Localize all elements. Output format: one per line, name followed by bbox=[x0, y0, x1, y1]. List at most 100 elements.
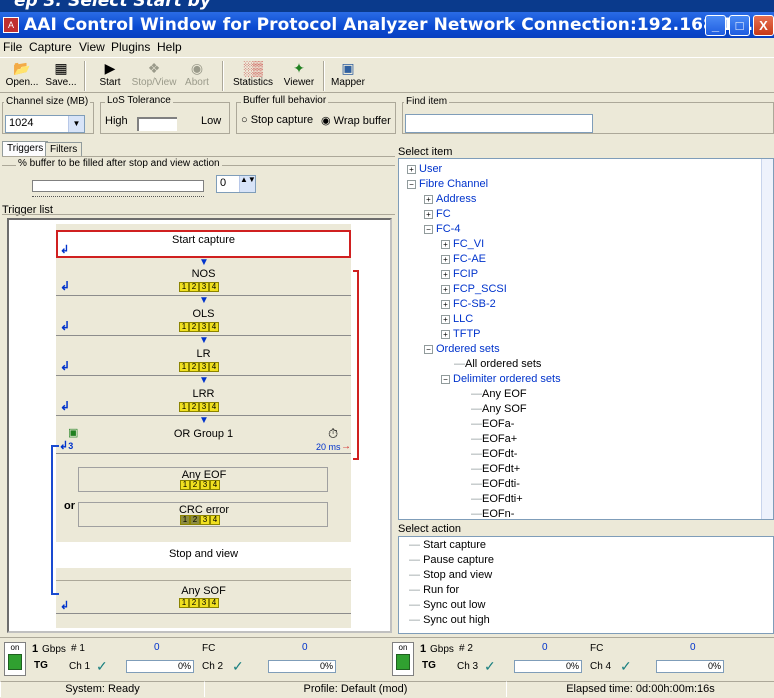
start-button[interactable]: ▶ Start bbox=[92, 59, 128, 88]
back-arrow-icon: ↲ bbox=[60, 359, 71, 373]
select-item-header: Select item bbox=[398, 146, 453, 158]
start-capture-node[interactable]: Start capture ↲ bbox=[56, 230, 351, 258]
action-item[interactable]: — Stop and view bbox=[409, 569, 492, 581]
collapse-icon[interactable]: − bbox=[407, 179, 416, 189]
play-icon: ▶ bbox=[104, 60, 116, 76]
buffer-fill-slider[interactable] bbox=[32, 180, 204, 192]
statistics-button[interactable]: ░▒ Statistics bbox=[228, 59, 278, 88]
menu-view[interactable]: View bbox=[79, 40, 105, 54]
action-item[interactable]: — Sync out low bbox=[409, 599, 485, 611]
stop-capture-radio[interactable]: ○ Stop capture bbox=[241, 114, 313, 126]
tree-connector: — bbox=[409, 539, 420, 551]
toolbar-separator bbox=[222, 61, 224, 91]
trigger-row[interactable]: LR ↲ 1 2 3 4 bbox=[56, 346, 351, 376]
viewer-button[interactable]: ✦ Viewer bbox=[279, 59, 319, 88]
save-button[interactable]: ▦ Save... bbox=[44, 59, 78, 88]
stop-and-view-node[interactable]: Stop and view bbox=[56, 542, 351, 568]
action-item[interactable]: — Pause capture bbox=[409, 554, 494, 566]
expand-icon[interactable]: + bbox=[407, 164, 416, 174]
tree-item[interactable]: —Any EOF bbox=[471, 388, 527, 400]
collapse-icon[interactable]: − bbox=[424, 224, 433, 234]
tab-triggers[interactable]: Triggers bbox=[2, 141, 49, 156]
expand-icon[interactable]: + bbox=[441, 314, 450, 324]
maximize-button[interactable]: □ bbox=[729, 15, 750, 36]
action-item[interactable]: — Sync out high bbox=[409, 614, 490, 626]
tree-item[interactable]: —EOFdt- bbox=[471, 448, 517, 460]
tree-item[interactable]: —EOFdti+ bbox=[471, 493, 523, 505]
tree-item[interactable]: + FCP_SCSI bbox=[441, 283, 507, 295]
tree-item[interactable]: —EOFdt+ bbox=[471, 463, 520, 475]
expand-icon[interactable]: + bbox=[424, 209, 433, 219]
expand-icon[interactable]: + bbox=[441, 299, 450, 309]
tree-connector: — bbox=[409, 569, 420, 581]
tree-item[interactable]: − Fibre Channel bbox=[407, 178, 488, 190]
collapse-icon[interactable]: − bbox=[441, 374, 450, 384]
action-item[interactable]: — Start capture bbox=[409, 539, 486, 551]
tree-item[interactable]: − FC-4 bbox=[424, 223, 460, 235]
elapsed-status: Elapsed time: 0d:00h:00m:16s bbox=[506, 681, 774, 697]
tree-item[interactable]: —Any SOF bbox=[471, 403, 527, 415]
menu-file[interactable]: File bbox=[3, 40, 22, 54]
tree-item[interactable]: − Ordered sets bbox=[424, 343, 500, 355]
tree-item[interactable]: + Address bbox=[424, 193, 476, 205]
menu-plugins[interactable]: Plugins bbox=[111, 40, 150, 54]
stop-view-button[interactable]: ❖ Stop/View bbox=[130, 59, 178, 88]
any-eof-node[interactable]: Any EOF 1234 bbox=[78, 467, 328, 492]
tree-item[interactable]: + FC-SB-2 bbox=[441, 298, 496, 310]
collapse-icon[interactable]: − bbox=[424, 344, 433, 354]
expand-icon[interactable]: + bbox=[441, 254, 450, 264]
tree-item[interactable]: + FC-AE bbox=[441, 253, 486, 265]
loop-connector-red bbox=[353, 270, 359, 460]
port-on-toggle[interactable]: on bbox=[4, 642, 26, 676]
tree-item[interactable]: + LLC bbox=[441, 313, 473, 325]
action-item[interactable]: — Run for bbox=[409, 584, 459, 596]
abort-button[interactable]: ◉ Abort bbox=[180, 59, 214, 88]
trigger-row[interactable]: NOS ↲ 1 2 3 4 bbox=[56, 266, 351, 296]
open-button[interactable]: 📂 Open... bbox=[5, 59, 39, 88]
tree-item[interactable]: —All ordered sets bbox=[454, 358, 541, 370]
los-tolerance-slider[interactable] bbox=[137, 117, 177, 131]
buffer-fill-spinner[interactable]: 0 ▲▼ bbox=[216, 175, 256, 193]
wrap-buffer-radio[interactable]: ◉ Wrap buffer bbox=[321, 114, 391, 127]
tree-item[interactable]: + FCIP bbox=[441, 268, 478, 280]
tree-item[interactable]: —EOFa- bbox=[471, 418, 514, 430]
trigger-row[interactable]: LRR ↲ 1 2 3 4 bbox=[56, 386, 351, 416]
minimize-button[interactable]: _ bbox=[705, 15, 726, 36]
tree-item[interactable]: + User bbox=[407, 163, 442, 175]
expand-icon[interactable]: + bbox=[441, 239, 450, 249]
or-group-node[interactable]: ▣ OR Group 1 ↲3 ⏱ 20 ms → bbox=[56, 424, 351, 454]
tree-item[interactable]: + TFTP bbox=[441, 328, 481, 340]
channel-size-select[interactable]: 1024 ▼ bbox=[5, 115, 85, 133]
spin-icon: ▲▼ bbox=[239, 176, 256, 192]
tree-scrollbar[interactable] bbox=[761, 159, 773, 519]
port-on-toggle[interactable]: on bbox=[392, 642, 414, 676]
menu-help[interactable]: Help bbox=[157, 40, 182, 54]
tree-item[interactable]: —EOFa+ bbox=[471, 433, 517, 445]
jump-connector-blue bbox=[51, 445, 59, 595]
tree-item[interactable]: —EOFdti- bbox=[471, 478, 520, 490]
crc-error-node[interactable]: CRC error 1234 bbox=[78, 502, 328, 527]
expand-icon[interactable]: + bbox=[424, 194, 433, 204]
tree-connector: — bbox=[471, 493, 482, 505]
viewer-icon: ✦ bbox=[293, 60, 305, 76]
mapper-button[interactable]: ▣ Mapper bbox=[328, 59, 368, 88]
select-item-tree: + User − Fibre Channel + Address + FC − FC-4 + FC_V… bbox=[398, 158, 774, 520]
top-caption-strip: ep 3: Select Start by bbox=[0, 0, 774, 12]
trigger-list-panel: Start capture ↲ ▼ NOS ↲ 1 2 3 4 ▼ OLS ↲ 1 2 3 4 ▼ LR ↲ 1… bbox=[7, 218, 392, 633]
tree-item[interactable]: − Delimiter ordered sets bbox=[441, 373, 561, 385]
expand-icon[interactable]: + bbox=[441, 269, 450, 279]
expand-icon[interactable]: + bbox=[441, 329, 450, 339]
tree-connector: — bbox=[409, 554, 420, 566]
any-sof-node[interactable]: Any SOF 1234 ↲ bbox=[56, 580, 351, 614]
tree-item[interactable]: —EOFn- bbox=[471, 508, 514, 519]
tree-item[interactable]: + FC bbox=[424, 208, 451, 220]
trigger-row[interactable]: OLS ↲ 1 2 3 4 bbox=[56, 306, 351, 336]
find-item-input[interactable] bbox=[405, 114, 593, 133]
expand-icon[interactable]: + bbox=[441, 284, 450, 294]
tree-connector: — bbox=[471, 418, 482, 430]
tree-item[interactable]: + FC_VI bbox=[441, 238, 484, 250]
close-button[interactable]: X bbox=[753, 15, 774, 36]
menu-capture[interactable]: Capture bbox=[29, 40, 72, 54]
tab-filters[interactable]: Filters bbox=[45, 142, 83, 156]
port-on-icon bbox=[396, 654, 410, 670]
